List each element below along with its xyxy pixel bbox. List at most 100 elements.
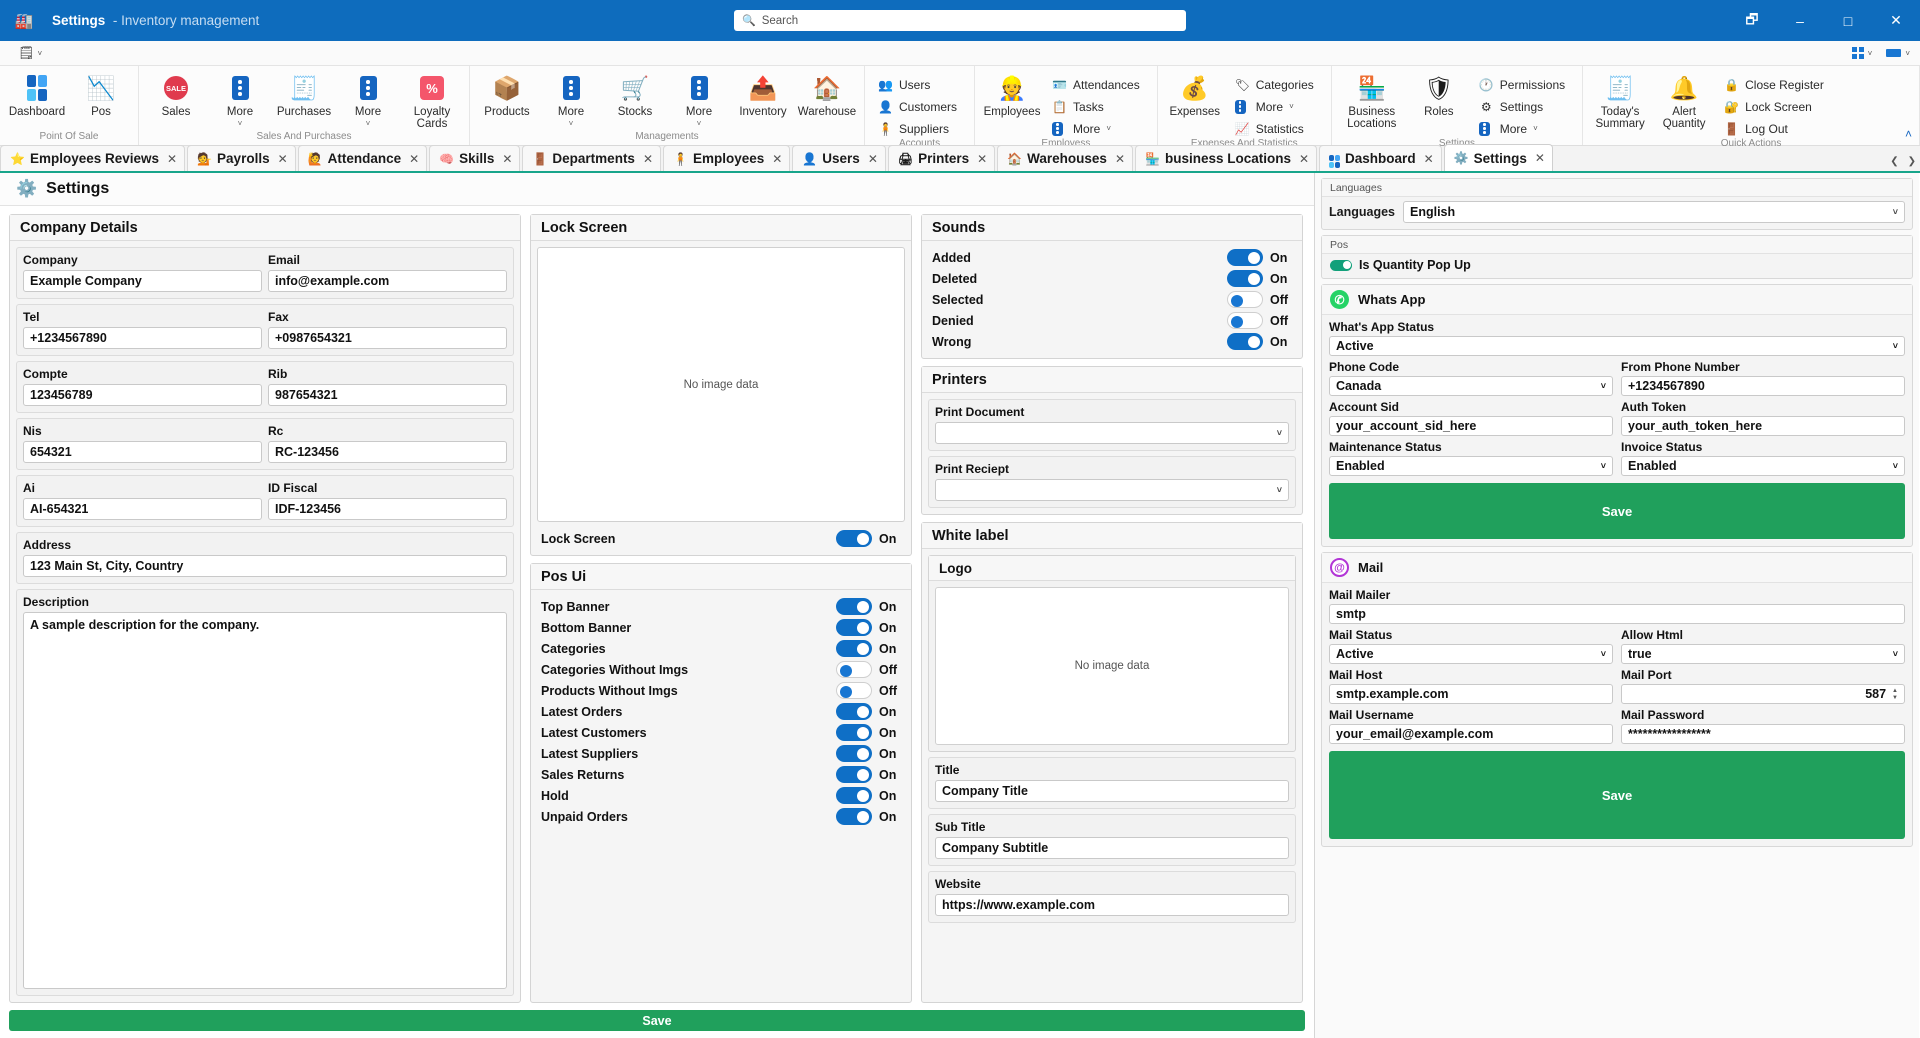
ai-input[interactable] [23,498,262,520]
lock-screen-image-dropzone[interactable]: No image data [537,247,905,522]
description-textarea[interactable]: A sample description for the company. [23,612,507,989]
mail-mailer-input[interactable]: smtp [1329,604,1905,624]
compte-input[interactable] [23,384,262,406]
ribbon-button-stocks[interactable]: 🛒 Stocks [604,71,666,119]
whatsapp-status-select[interactable]: Active ˅ [1329,336,1905,356]
ribbon-button-log-out[interactable]: 🚪 Log Out [1721,119,1827,138]
bottom-banner-switch[interactable] [836,619,872,636]
ribbon-button-attendances[interactable]: 🪪 Attendances [1049,75,1143,94]
tab-dashboard[interactable]: Dashboard ✕ [1319,145,1442,171]
print-reciept-select[interactable]: ˅ [935,479,1289,501]
sound-deleted-switch[interactable] [1227,270,1263,287]
ribbon-collapse-icon[interactable]: ˄ [1905,127,1912,141]
tab-departments[interactable]: 🚪 Departments ✕ [522,145,662,171]
tab-settings[interactable]: ⚙️ Settings ✕ [1443,144,1553,171]
latest-orders-switch[interactable] [836,703,872,720]
maintenance-status-select[interactable]: Enabled ˅ [1329,456,1613,476]
close-icon[interactable]: ✕ [1299,152,1309,166]
ribbon-button-categories[interactable]: 🏷 Categories [1232,75,1317,94]
mail-host-input[interactable]: smtp.example.com [1329,684,1613,704]
invoice-status-select[interactable]: Enabled ˅ [1621,456,1905,476]
ribbon-button-roles[interactable]: 🛡 Roles [1408,71,1470,119]
ribbon-button-purchases-more[interactable]: More ˅ [337,71,399,128]
close-icon[interactable]: ✕ [643,152,653,166]
sound-wrong-switch[interactable] [1227,333,1263,350]
products-without-imgs-switch[interactable] [836,682,872,699]
rib-input[interactable] [268,384,507,406]
main-save-button[interactable]: Save [9,1010,1305,1031]
ribbon-button-purchases[interactable]: 🧾 Purchases [273,71,335,119]
ribbon-button-products[interactable]: 📦 Products [476,71,538,119]
ribbon-button-settings[interactable]: ⚙ Settings [1476,97,1568,116]
tab-warehouses[interactable]: 🏠 Warehouses ✕ [997,145,1133,171]
from-phone-number-input[interactable]: +1234567890 [1621,376,1905,396]
ribbon-button-warehouse[interactable]: 🏠 Warehouse [796,71,858,119]
categories-without-imgs-switch[interactable] [836,661,872,678]
grid-view-chip[interactable]: ˅ [1852,47,1872,59]
ribbon-button-employees[interactable]: 👷 Employees [981,71,1043,119]
sound-selected-switch[interactable] [1227,291,1263,308]
white-label-title-input[interactable]: Company Title [935,780,1289,802]
ribbon-button-loyalty-cards[interactable]: % Loyalty Cards [401,71,463,130]
address-input[interactable] [23,555,507,577]
bar-view-chip[interactable]: ˅ [1886,49,1910,58]
tel-input[interactable] [23,327,262,349]
logo-image-dropzone[interactable]: No image data [935,587,1289,745]
ribbon-button-business-locations[interactable]: 🏪 Business Locations [1338,71,1406,131]
ribbon-button-tasks[interactable]: 📋 Tasks [1049,97,1143,116]
ribbon-button-sales[interactable]: SALE Sales [145,71,207,118]
fax-input[interactable] [268,327,507,349]
mail-save-button[interactable]: Save [1329,751,1905,839]
close-icon[interactable]: ✕ [167,152,177,166]
ribbon-button-close-register[interactable]: 🔒 Close Register [1721,75,1827,94]
mail-port-spinner[interactable]: 587 ▲ ▼ [1621,684,1905,704]
maximize-button[interactable]: □ [1824,0,1872,41]
tab-employees-reviews[interactable]: ⭐ Employees Reviews ✕ [0,145,186,171]
close-icon[interactable]: ✕ [772,152,782,166]
ribbon-button-employees-more[interactable]: More ˅ [1049,119,1143,138]
tab-users[interactable]: 👤 Users ✕ [792,145,886,171]
company-input[interactable] [23,270,262,292]
ribbon-button-suppliers[interactable]: 🧍 Suppliers [875,119,960,138]
id-fiscal-input[interactable] [268,498,507,520]
white-label-website-input[interactable]: https://www.example.com [935,894,1289,916]
close-icon[interactable]: ✕ [1535,151,1545,165]
categories-switch[interactable] [836,640,872,657]
ribbon-button-sales-more[interactable]: More ˅ [209,71,271,128]
ribbon-button-dashboard[interactable]: Dashboard [6,71,68,118]
sales-returns-switch[interactable] [836,766,872,783]
tab-skills[interactable]: 🧠 Skills ✕ [429,145,521,171]
tab-printers[interactable]: 🖨 Printers ✕ [887,145,996,171]
close-icon[interactable]: ✕ [502,152,512,166]
close-icon[interactable]: ✕ [868,152,878,166]
mail-status-select[interactable]: Active ˅ [1329,644,1613,664]
tab-scroll-left-icon[interactable]: ❮ [1890,156,1898,167]
auth-token-input[interactable]: your_auth_token_here [1621,416,1905,436]
is-quantity-popup-switch[interactable] [1330,259,1352,271]
ribbon-button-expenses-more[interactable]: More ˅ [1232,97,1317,116]
close-icon[interactable]: ✕ [1115,152,1125,166]
panel-toggle-icon[interactable]: 🗗 [1728,0,1776,41]
close-icon[interactable]: ✕ [1424,152,1434,166]
account-sid-input[interactable]: your_account_sid_here [1329,416,1613,436]
latest-suppliers-switch[interactable] [836,745,872,762]
rc-input[interactable] [268,441,507,463]
global-search-input[interactable]: 🔍 Search [734,10,1186,31]
white-label-subtitle-input[interactable]: Company Subtitle [935,837,1289,859]
nis-input[interactable] [23,441,262,463]
ribbon-button-lock-screen[interactable]: 🔐 Lock Screen [1721,97,1827,116]
hold-switch[interactable] [836,787,872,804]
tab-scroll-right-icon[interactable]: ❯ [1908,156,1916,167]
lock-screen-switch[interactable] [836,530,872,547]
ribbon-button-stocks-more[interactable]: More ˅ [668,71,730,128]
ribbon-button-pos[interactable]: 📉 Pos [70,71,132,119]
ribbon-button-permissions[interactable]: 🕐 Permissions [1476,75,1568,94]
ribbon-menu-button[interactable]: 🗒 ˅ [18,45,42,61]
print-document-select[interactable]: ˅ [935,422,1289,444]
whatsapp-save-button[interactable]: Save [1329,483,1905,539]
email-input[interactable] [268,270,507,292]
allow-html-select[interactable]: true ˅ [1621,644,1905,664]
ribbon-button-products-more[interactable]: More ˅ [540,71,602,128]
tab-attendance[interactable]: 🙋 Attendance ✕ [297,145,428,171]
close-icon[interactable]: ✕ [278,152,288,166]
